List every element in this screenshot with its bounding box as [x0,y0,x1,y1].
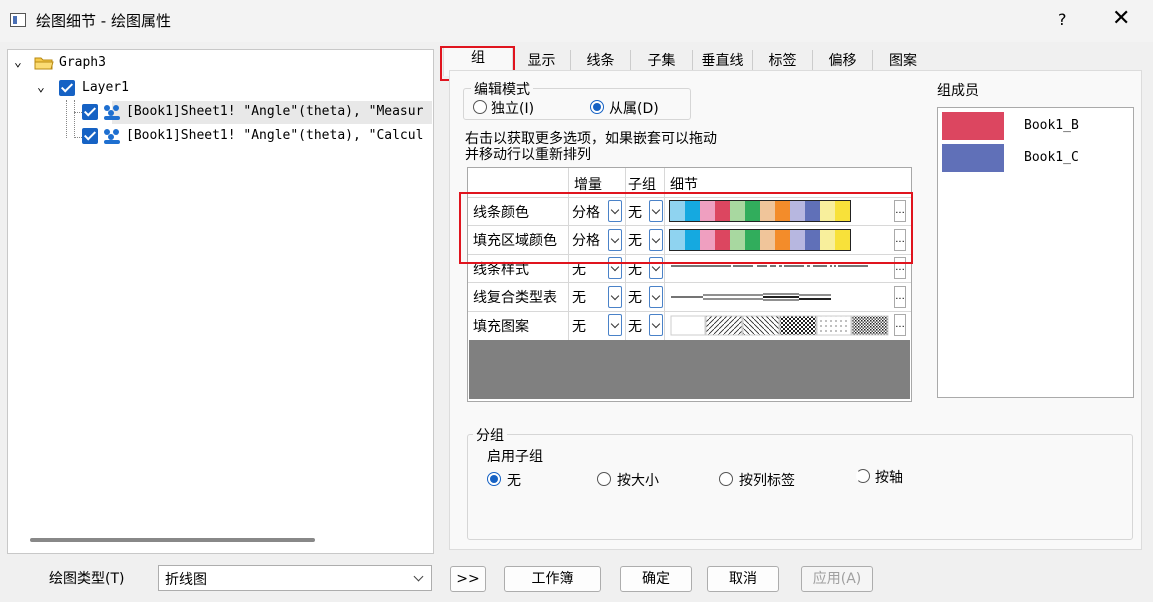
radio-by-axis-label[interactable]: 按轴 [875,467,903,487]
row-label: 填充图案 [473,319,529,335]
chevron-down-icon [413,571,424,582]
subgroup-group [467,434,1133,540]
enable-subgroup-label: 启用子组 [487,449,543,465]
tree-node-plot[interactable]: [Book1]Sheet1! "Angle"(theta), "Measur [82,101,432,123]
detail-ellipsis-button[interactable]: ... [894,314,906,336]
fill-pattern-list[interactable] [669,314,891,336]
tree-label-layer: Layer1 [82,80,129,95]
tree-node-graph[interactable]: ⌄ Graph3 [14,52,106,74]
hint-text-line2: 并移动行以重新排列 [465,147,591,163]
member-name: Book1_B [1024,118,1079,133]
increment-dropdown[interactable] [608,314,622,336]
tab-drop-lines[interactable]: 垂直线 [693,50,753,72]
radio-subgroup-none[interactable] [487,472,501,486]
compound-line-list[interactable] [669,286,891,308]
increment-value[interactable]: 无 [572,316,586,336]
tree-label-plot: [Book1]Sheet1! "Angle"(theta), "Calcul [126,128,424,143]
increment-value[interactable]: 无 [572,287,586,307]
subgroup-legend: 分组 [473,425,507,445]
tab-display[interactable]: 显示 [513,50,571,72]
radio-by-size[interactable] [597,472,611,486]
radio-by-column-label[interactable] [719,472,733,486]
expand-button[interactable]: >> [450,566,486,592]
tree-node-layer[interactable]: ⌄ Layer1 [37,77,129,99]
radio-by-size-label[interactable]: 按大小 [617,470,659,490]
radio-by-axis[interactable] [856,469,870,483]
app-window-icon [10,13,26,27]
subgroup-dropdown[interactable] [649,286,663,308]
radio-by-column-label-text[interactable]: 按列标签 [739,470,795,490]
radio-independent-label[interactable]: 独立(I) [491,98,534,118]
radio-subgroup-none-label[interactable]: 无 [507,470,521,490]
cancel-button[interactable]: 取消 [707,566,779,592]
collapse-icon[interactable]: ⌄ [14,55,22,70]
member-name: Book1_C [1024,150,1079,165]
window-title: 绘图细节 - 绘图属性 [36,12,171,30]
collapse-icon[interactable]: ⌄ [37,80,45,95]
plot-checkbox[interactable] [82,128,98,144]
plot-type-label: 绘图类型(T) [49,571,125,587]
layer-checkbox[interactable] [59,80,75,96]
member-color-swatch [942,112,1004,140]
close-button[interactable]: ✕ [1112,6,1130,31]
tree-connector [74,100,75,138]
subgroup-dropdown[interactable] [649,314,663,336]
radio-dependent-label[interactable]: 从属(D) [609,98,659,118]
grid-empty-area [469,340,910,399]
data-group-icon [104,129,120,144]
detail-ellipsis-button[interactable]: ... [894,286,906,308]
data-group-icon [104,105,120,120]
col-header-subgroup: 子组 [628,177,656,193]
tab-line[interactable]: 线条 [571,50,631,72]
col-header-detail: 细节 [670,177,698,193]
title-bar: 绘图细节 - 绘图属性 ? ✕ [0,0,1153,42]
plot-type-select[interactable]: 折线图 [158,565,432,591]
workbook-button[interactable]: 工作簿 [504,566,601,592]
plot-type-value: 折线图 [165,572,207,588]
tree-node-plot[interactable]: [Book1]Sheet1! "Angle"(theta), "Calcul [82,125,432,147]
tree-connector [66,100,67,138]
member-color-swatch [942,144,1004,172]
apply-button[interactable]: 应用(A) [801,566,873,592]
tab-pattern[interactable]: 图案 [873,50,933,72]
group-members-label: 组成员 [937,83,979,99]
increment-dropdown[interactable] [608,286,622,308]
row-label: 线复合类型表 [473,290,557,306]
tree-label-graph: Graph3 [59,55,106,70]
help-button[interactable]: ? [1058,10,1067,29]
subgroup-value[interactable]: 无 [628,287,642,307]
tree-label-plot: [Book1]Sheet1! "Angle"(theta), "Measur [126,104,424,119]
folder-icon [34,57,54,70]
horizontal-scrollbar[interactable] [30,538,315,542]
radio-independent[interactable] [473,100,487,114]
ok-button[interactable]: 确定 [620,566,692,592]
tab-labels[interactable]: 标签 [753,50,813,72]
col-header-increment: 增量 [574,177,602,193]
edit-mode-legend: 编辑模式 [471,79,533,99]
plot-checkbox[interactable] [82,104,98,120]
tab-offset[interactable]: 偏移 [813,50,873,72]
tab-subset[interactable]: 子集 [631,50,693,72]
subgroup-value[interactable]: 无 [628,316,642,336]
group-members-list[interactable]: Book1_B Book1_C [937,107,1134,398]
radio-dependent[interactable] [590,100,604,114]
highlight-box [459,192,913,264]
